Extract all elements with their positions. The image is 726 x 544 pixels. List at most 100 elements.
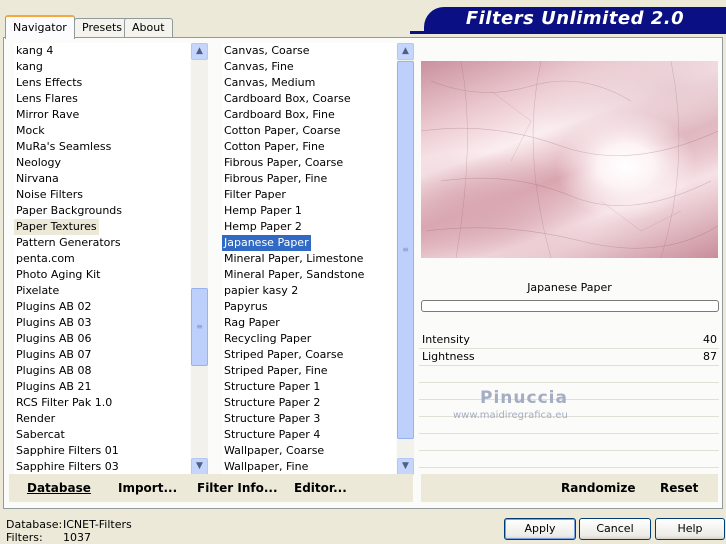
tab-presets[interactable]: Presets <box>74 18 131 37</box>
category-list-item[interactable]: Plugins AB 03 <box>14 315 93 331</box>
lightness-slider[interactable]: Lightness 87 <box>419 349 719 366</box>
filter-list-item[interactable]: Cardboard Box, Coarse <box>222 91 353 107</box>
filter-list-item[interactable]: Striped Paper, Fine <box>222 363 330 379</box>
filter-list-item[interactable]: Canvas, Medium <box>222 75 317 91</box>
category-scroll-thumb[interactable]: ≡ <box>191 288 208 366</box>
category-list-item[interactable]: Sabercat <box>14 427 67 443</box>
filter-list-item[interactable]: Mineral Paper, Limestone <box>222 251 365 267</box>
filter-list-item[interactable]: Structure Paper 1 <box>222 379 322 395</box>
filter-list-item[interactable]: Hemp Paper 2 <box>222 219 304 235</box>
tab-about[interactable]: About <box>124 18 173 37</box>
empty-control-row <box>419 434 719 451</box>
import-button[interactable]: Import... <box>118 481 177 495</box>
filter-list-item[interactable]: Japanese Paper <box>222 234 312 252</box>
preview-image <box>421 61 718 258</box>
randomize-button-label: Randomize <box>561 481 636 495</box>
database-button[interactable]: Database <box>27 481 91 495</box>
help-button[interactable]: Help <box>655 518 725 540</box>
filter-list-item[interactable]: Structure Paper 4 <box>222 427 322 443</box>
filter-list-item[interactable]: Papyrus <box>222 299 270 315</box>
category-scroll-up-icon[interactable]: ▲ <box>191 43 208 60</box>
randomize-button[interactable]: Randomize <box>561 481 635 495</box>
filter-list-item[interactable]: Structure Paper 3 <box>222 411 322 427</box>
category-list-item[interactable]: Plugins AB 08 <box>14 363 93 379</box>
filter-list-item[interactable]: Canvas, Coarse <box>222 43 312 59</box>
filter-list-item[interactable]: Cotton Paper, Fine <box>222 139 327 155</box>
category-list-item[interactable]: Lens Flares <box>14 91 80 107</box>
category-list-item[interactable]: Lens Effects <box>14 75 84 91</box>
intensity-value: 40 <box>703 333 717 346</box>
selected-filter-name: Japanese Paper <box>527 281 612 294</box>
filter-list-item[interactable]: Recycling Paper <box>222 331 313 347</box>
filter-list[interactable]: Canvas, Coarse Canvas, Fine Canvas, Medium… <box>222 43 396 475</box>
filter-list-item[interactable]: Cardboard Box, Fine <box>222 107 337 123</box>
category-list-item[interactable]: kang <box>14 59 45 75</box>
database-status: Database: ICNET-Filters <box>6 518 132 531</box>
category-list-item[interactable]: Sapphire Filters 01 <box>14 443 121 459</box>
filter-scroll-down-icon[interactable]: ▼ <box>397 458 414 475</box>
category-scroll-down-icon[interactable]: ▼ <box>191 458 208 475</box>
filter-scroll-thumb[interactable]: ≡ <box>397 61 414 439</box>
category-list-item[interactable]: Plugins AB 02 <box>14 299 93 315</box>
category-list-item[interactable]: Pattern Generators <box>14 235 123 251</box>
category-list-item[interactable]: MuRa's Seamless <box>14 139 113 155</box>
filter-list-item[interactable]: Wallpaper, Coarse <box>222 443 326 459</box>
watermark-name: Pinuccia <box>480 388 568 408</box>
progress-bar <box>421 300 719 312</box>
database-button-label: Database <box>27 481 91 495</box>
filters-count-value: 1037 <box>63 531 91 544</box>
category-list-item[interactable]: Render <box>14 411 57 427</box>
category-list-item[interactable]: penta.com <box>14 251 77 267</box>
category-list-item[interactable]: Noise Filters <box>14 187 85 203</box>
category-list[interactable]: kang 4 kang Lens Effects Lens Flares Mirror … <box>14 43 190 475</box>
filter-list-item[interactable]: papier kasy 2 <box>222 283 300 299</box>
category-list-item[interactable]: Plugins AB 06 <box>14 331 93 347</box>
category-list-item[interactable]: Photo Aging Kit <box>14 267 102 283</box>
filter-scrollbar[interactable]: ▲ ≡ ▼ <box>397 43 414 475</box>
category-list-item[interactable]: RCS Filter Pak 1.0 <box>14 395 114 411</box>
reset-button[interactable]: Reset <box>660 481 698 495</box>
filter-list-item[interactable]: Fibrous Paper, Coarse <box>222 155 345 171</box>
texture-fibers <box>421 61 718 258</box>
cancel-button[interactable]: Cancel <box>579 518 651 540</box>
filter-info-button-label: Filter Info... <box>197 481 278 495</box>
banner-underline <box>410 31 726 34</box>
filter-scroll-up-icon[interactable]: ▲ <box>397 43 414 60</box>
lightness-value: 87 <box>703 350 717 363</box>
category-list-item[interactable]: Plugins AB 21 <box>14 379 93 395</box>
filter-list-item[interactable]: Wallpaper, Fine <box>222 459 310 475</box>
filter-list-item[interactable]: Structure Paper 2 <box>222 395 322 411</box>
category-list-item[interactable]: Paper Backgrounds <box>14 203 124 219</box>
intensity-slider[interactable]: Intensity 40 <box>419 332 719 349</box>
category-list-item[interactable]: Mock <box>14 123 47 139</box>
reset-button-label: Reset <box>660 481 699 495</box>
apply-button[interactable]: Apply <box>504 518 576 540</box>
intensity-label: Intensity <box>422 333 470 346</box>
filter-list-item[interactable]: Rag Paper <box>222 315 282 331</box>
filter-list-item[interactable]: Fibrous Paper, Fine <box>222 171 329 187</box>
database-status-value: ICNET-Filters <box>63 518 132 531</box>
filter-list-item[interactable]: Hemp Paper 1 <box>222 203 304 219</box>
category-scrollbar[interactable]: ▲ ≡ ▼ <box>191 43 208 475</box>
category-list-item[interactable]: Mirror Rave <box>14 107 81 123</box>
lightness-label: Lightness <box>422 350 475 363</box>
category-list-item[interactable]: Neology <box>14 155 63 171</box>
filter-list-item[interactable]: Canvas, Fine <box>222 59 296 75</box>
category-list-item[interactable]: Pixelate <box>14 283 61 299</box>
category-list-item[interactable]: Nirvana <box>14 171 61 187</box>
app-title-banner: Filters Unlimited 2.0 <box>424 7 726 31</box>
category-list-item[interactable]: kang 4 <box>14 43 55 59</box>
filter-list-item[interactable]: Filter Paper <box>222 187 288 203</box>
editor-button[interactable]: Editor... <box>294 481 347 495</box>
category-list-item[interactable]: Plugins AB 07 <box>14 347 93 363</box>
filter-list-item[interactable]: Striped Paper, Coarse <box>222 347 345 363</box>
filter-list-item[interactable]: Mineral Paper, Sandstone <box>222 267 366 283</box>
category-list-item[interactable]: Paper Textures <box>14 219 99 235</box>
filter-list-item[interactable]: Cotton Paper, Coarse <box>222 123 343 139</box>
filter-info-button[interactable]: Filter Info... <box>197 481 278 495</box>
filters-count-status: Filters: 1037 <box>6 531 91 544</box>
category-list-item[interactable]: Sapphire Filters 03 <box>14 459 121 475</box>
empty-control-row <box>419 383 719 400</box>
empty-control-row <box>419 451 719 468</box>
tab-navigator[interactable]: Navigator <box>5 15 75 39</box>
